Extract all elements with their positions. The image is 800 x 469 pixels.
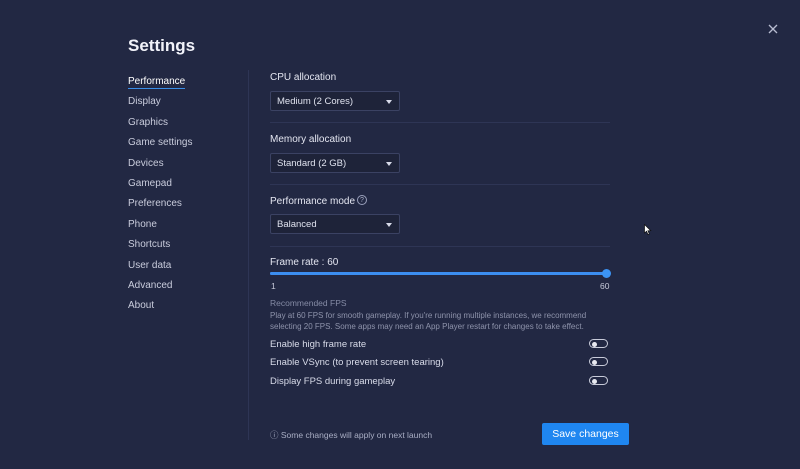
sidebar-item-performance[interactable]: Performance — [128, 72, 243, 92]
save-changes-button[interactable]: Save changes — [542, 423, 629, 445]
restart-note: ⓘ Some changes will apply on next launch — [270, 429, 432, 441]
sidebar-item-label: Performance — [128, 76, 186, 89]
close-icon — [768, 24, 778, 34]
recommended-fps-title: Recommended FPS — [270, 298, 347, 308]
sidebar-item-devices[interactable]: Devices — [128, 154, 243, 174]
sidebar-item-phone[interactable]: Phone — [128, 215, 243, 235]
cpu-allocation-label: CPU allocation — [270, 72, 337, 83]
section-divider — [270, 246, 610, 247]
info-icon: ⓘ — [270, 430, 279, 440]
performance-mode-label: Performance mode — [270, 196, 356, 207]
frame-rate-max-label: 60 — [600, 281, 610, 291]
sidebar-item-label: Phone — [128, 218, 157, 230]
vsync-label: Enable VSync (to prevent screen tearing) — [270, 357, 444, 368]
restart-note-text: Some changes will apply on next launch — [280, 430, 433, 440]
frame-rate-min-label: 1 — [271, 281, 276, 291]
high-frame-rate-toggle[interactable] — [589, 339, 608, 348]
help-icon[interactable]: ? — [357, 195, 367, 205]
toggle-knob — [592, 341, 597, 347]
performance-mode-select[interactable]: Balanced — [270, 214, 400, 234]
frame-rate-slider[interactable] — [270, 272, 606, 275]
caret-down-icon — [386, 223, 392, 227]
settings-sidebar: Performance Display Graphics Game settin… — [128, 72, 243, 317]
sidebar-item-label: User data — [128, 259, 172, 271]
section-divider — [270, 122, 610, 123]
close-button[interactable] — [764, 20, 782, 38]
sidebar-item-label: Devices — [128, 157, 164, 169]
sidebar-item-gamepad[interactable]: Gamepad — [128, 174, 243, 194]
vsync-toggle[interactable] — [589, 357, 608, 366]
memory-allocation-value: Standard (2 GB) — [277, 158, 347, 169]
page-title: Settings — [128, 36, 196, 55]
sidebar-item-preferences[interactable]: Preferences — [128, 194, 243, 214]
frame-rate-slider-fill — [270, 272, 606, 275]
sidebar-item-label: About — [128, 300, 155, 312]
sidebar-item-label: Game settings — [128, 137, 193, 149]
sidebar-item-shortcuts[interactable]: Shortcuts — [128, 235, 243, 255]
sidebar-item-graphics[interactable]: Graphics — [128, 113, 243, 133]
performance-mode-value: Balanced — [277, 219, 317, 230]
memory-allocation-select[interactable]: Standard (2 GB) — [270, 153, 400, 173]
sidebar-item-advanced[interactable]: Advanced — [128, 276, 243, 296]
sidebar-item-user-data[interactable]: User data — [128, 256, 243, 276]
recommended-fps-text: Play at 60 FPS for smooth gameplay. If y… — [270, 311, 587, 331]
memory-allocation-label: Memory allocation — [270, 134, 352, 145]
frame-rate-slider-thumb[interactable] — [601, 269, 611, 278]
sidebar-item-label: Gamepad — [128, 177, 172, 189]
frame-rate-label: Frame rate : 60 — [270, 257, 339, 268]
sidebar-item-game-settings[interactable]: Game settings — [128, 133, 243, 153]
sidebar-item-label: Graphics — [128, 116, 169, 128]
sidebar-item-label: Preferences — [128, 198, 182, 210]
toggle-knob — [592, 378, 597, 384]
caret-down-icon — [386, 162, 392, 166]
sidebar-divider — [248, 70, 249, 440]
section-divider — [270, 184, 610, 185]
display-fps-toggle[interactable] — [589, 376, 608, 385]
sidebar-item-about[interactable]: About — [128, 296, 243, 316]
mouse-cursor-icon — [644, 224, 652, 236]
sidebar-item-label: Shortcuts — [128, 239, 171, 251]
toggle-knob — [592, 359, 597, 365]
sidebar-item-label: Advanced — [128, 279, 173, 291]
display-fps-label: Display FPS during gameplay — [270, 376, 396, 387]
caret-down-icon — [386, 100, 392, 104]
cpu-allocation-value: Medium (2 Cores) — [277, 96, 354, 107]
sidebar-item-display[interactable]: Display — [128, 92, 243, 112]
high-frame-rate-label: Enable high frame rate — [270, 339, 367, 350]
sidebar-item-label: Display — [128, 96, 161, 108]
cpu-allocation-select[interactable]: Medium (2 Cores) — [270, 91, 400, 111]
